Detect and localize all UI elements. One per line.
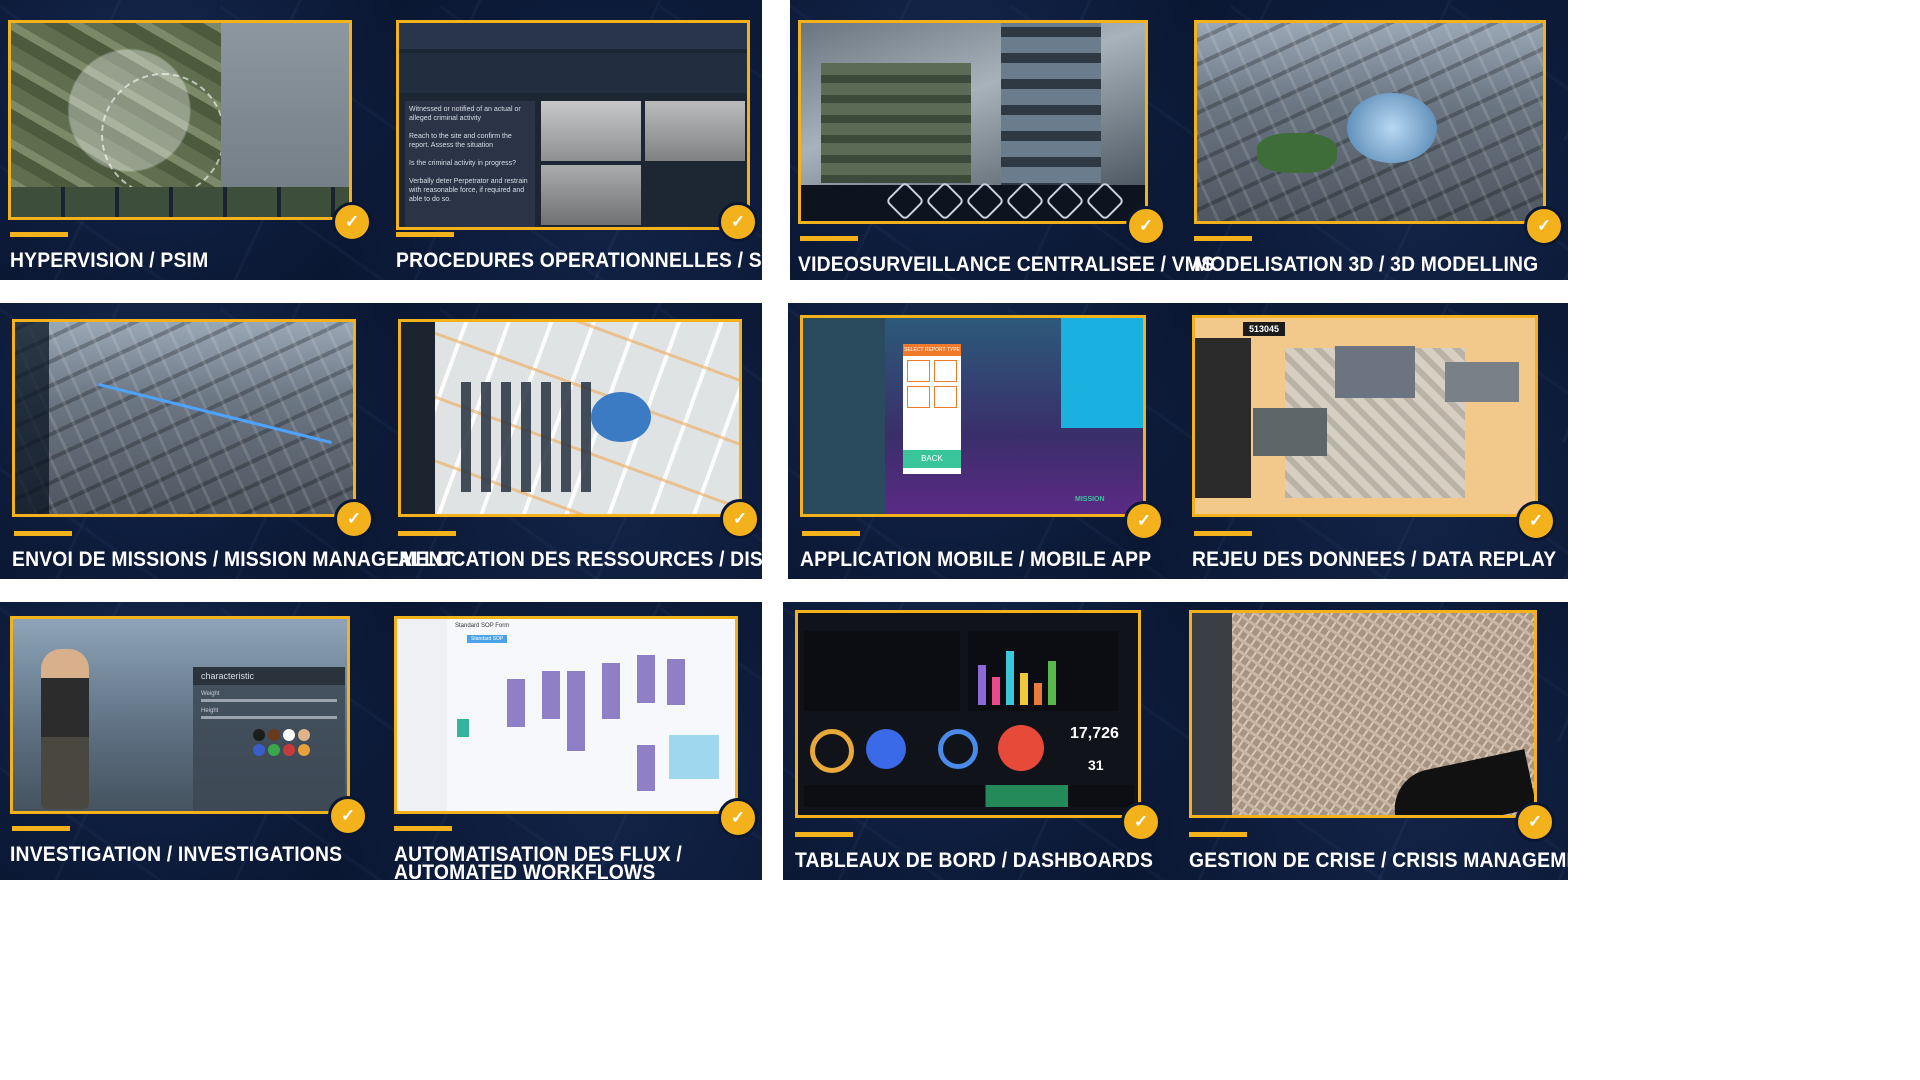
tile-replay[interactable]: 513045 ✓ REJEU DES DONNEES / DATA REPLAY xyxy=(1192,315,1564,575)
3d-model-screenshot xyxy=(1194,20,1546,224)
panel-vms-3d: ✓ VIDEOSURVEILLANCE CENTRALISEE / VMS ✓ … xyxy=(790,0,1568,280)
replay-screenshot: 513045 xyxy=(1192,315,1538,517)
sop-step-4: Verbally deter Perpetrator and restrain … xyxy=(409,178,528,203)
shield-check-icon: ✓ xyxy=(328,796,368,836)
shield-check-icon: ✓ xyxy=(332,202,372,242)
height-label: Height xyxy=(201,708,219,714)
shield-check-icon: ✓ xyxy=(1516,501,1556,541)
accent-bar xyxy=(12,826,70,831)
accent-bar xyxy=(10,232,68,237)
replay-counter: 513045 xyxy=(1243,322,1286,336)
crisis-screenshot xyxy=(1189,610,1537,818)
camera-button[interactable] xyxy=(885,181,925,221)
tile-label-line2: AUTOMATED WORKFLOWS xyxy=(394,861,656,881)
shield-check-icon: ✓ xyxy=(1124,501,1164,541)
tile-crisis[interactable]: ✓ GESTION DE CRISE / CRISIS MANAGEMENT xyxy=(1189,610,1568,878)
tile-modelisation[interactable]: ✓ MODELISATION 3D / 3D MODELLING xyxy=(1194,20,1564,276)
workflow-tag[interactable]: Standard SOP xyxy=(467,635,508,643)
sop-step-1: Witnessed or notified of an actual or al… xyxy=(409,106,521,122)
tile-allocation[interactable]: ✓ ALLOCATION DES RESSOURCES / DISPATCH xyxy=(398,319,762,574)
color-palette[interactable] xyxy=(253,729,337,756)
shield-check-icon: ✓ xyxy=(718,798,758,838)
dashboard-screenshot: 17,726 31 xyxy=(795,610,1141,818)
tile-mobile-app[interactable]: SELECT REPORT TYPE BACK MISSION ✓ APPLIC… xyxy=(800,315,1172,575)
tile-label: MODELISATION 3D / 3D MODELLING xyxy=(1194,253,1539,276)
vms-toolbar xyxy=(801,181,1145,221)
panel-mobile-replay: SELECT REPORT TYPE BACK MISSION ✓ APPLIC… xyxy=(788,303,1568,579)
sop-step-3: Is the criminal activity in progress? xyxy=(409,160,516,167)
tile-label: VIDEOSURVEILLANCE CENTRALISEE / VMS xyxy=(798,253,1215,276)
tile-procedures[interactable]: Witnessed or notified of an actual or al… xyxy=(396,20,762,272)
tile-label: GESTION DE CRISE / CRISIS MANAGEMENT xyxy=(1189,849,1568,872)
tile-label: ENVOI DE MISSIONS / MISSION MANAGEMENT xyxy=(12,548,455,571)
investigation-screenshot: characteristic Weight Height xyxy=(10,616,350,814)
tile-label: REJEU DES DONNEES / DATA REPLAY xyxy=(1192,548,1557,571)
shield-check-icon: ✓ xyxy=(720,499,760,539)
weight-label: Weight xyxy=(201,691,220,697)
tile-automatisation[interactable]: Standard SOP Form Standard SOP ✓ AUTOMAT… xyxy=(394,616,758,881)
accent-bar xyxy=(800,236,858,241)
camera-button[interactable] xyxy=(965,181,1005,221)
report-dialog-title: SELECT REPORT TYPE xyxy=(903,344,961,356)
camera-button[interactable] xyxy=(925,181,965,221)
shield-check-icon: ✓ xyxy=(334,499,374,539)
kpi-count: 31 xyxy=(1088,757,1104,773)
shield-check-icon: ✓ xyxy=(718,202,758,242)
accent-bar xyxy=(1194,531,1252,536)
mobile-screenshot: SELECT REPORT TYPE BACK MISSION xyxy=(800,315,1146,517)
panel-dashboards-crisis: 17,726 31 ✓ TABLEAUX DE BORD / DASHBOARD… xyxy=(783,602,1568,880)
characteristic-title: characteristic xyxy=(193,667,345,685)
tile-label: TABLEAUX DE BORD / DASHBOARDS xyxy=(795,849,1154,872)
accent-bar xyxy=(1194,236,1252,241)
accent-bar xyxy=(1189,832,1247,837)
panel-psim-sop: ✓ HYPERVISION / PSIM Witnessed or notifi… xyxy=(0,0,762,280)
workflow-screenshot: Standard SOP Form Standard SOP xyxy=(394,616,738,814)
workflow-window-title: Standard SOP Form xyxy=(455,623,510,629)
tile-label: HYPERVISION / PSIM xyxy=(10,249,209,272)
tile-investigation[interactable]: characteristic Weight Height ✓ INVESTIGA… xyxy=(10,616,380,876)
shield-check-icon: ✓ xyxy=(1121,802,1161,842)
shield-check-icon: ✓ xyxy=(1126,206,1166,246)
psim-screenshot xyxy=(8,20,352,220)
sop-step-2: Reach to the site and confirm the report… xyxy=(409,133,512,149)
accent-bar xyxy=(398,531,456,536)
tile-label: ALLOCATION DES RESSOURCES / DISPATCH xyxy=(398,548,762,571)
tile-dashboards[interactable]: 17,726 31 ✓ TABLEAUX DE BORD / DASHBOARD… xyxy=(795,610,1167,878)
camera-button[interactable] xyxy=(1045,181,1085,221)
sop-screenshot: Witnessed or notified of an actual or al… xyxy=(396,20,750,230)
missions-screenshot xyxy=(12,319,356,517)
tile-hypervision[interactable]: ✓ HYPERVISION / PSIM xyxy=(8,20,372,272)
accent-bar xyxy=(14,531,72,536)
dispatch-screenshot xyxy=(398,319,742,517)
camera-button[interactable] xyxy=(1085,181,1125,221)
shield-check-icon: ✓ xyxy=(1515,802,1555,842)
back-button[interactable]: BACK xyxy=(903,450,961,468)
kpi-total: 17,726 xyxy=(1070,725,1119,742)
tile-label: INVESTIGATION / INVESTIGATIONS xyxy=(10,843,343,866)
tile-label: PROCEDURES OPERATIONNELLES / SOP xyxy=(396,249,762,272)
tile-missions[interactable]: ✓ ENVOI DE MISSIONS / MISSION MANAGEMENT xyxy=(12,319,455,574)
camera-button[interactable] xyxy=(1005,181,1045,221)
panel-missions-dispatch: ✓ ENVOI DE MISSIONS / MISSION MANAGEMENT… xyxy=(0,303,762,579)
accent-bar xyxy=(394,826,452,831)
vms-screenshot xyxy=(798,20,1148,224)
shield-check-icon: ✓ xyxy=(1524,206,1564,246)
weight-slider[interactable] xyxy=(201,699,337,702)
tile-videosurveillance[interactable]: ✓ VIDEOSURVEILLANCE CENTRALISEE / VMS xyxy=(798,20,1214,276)
mission-label: MISSION xyxy=(1075,496,1105,503)
accent-bar xyxy=(396,232,454,237)
height-slider[interactable] xyxy=(201,716,337,719)
accent-bar xyxy=(802,531,860,536)
tile-label: APPLICATION MOBILE / MOBILE APP xyxy=(800,548,1152,571)
panel-investigation-workflows: characteristic Weight Height ✓ INVESTIGA… xyxy=(0,602,762,880)
accent-bar xyxy=(795,832,853,837)
